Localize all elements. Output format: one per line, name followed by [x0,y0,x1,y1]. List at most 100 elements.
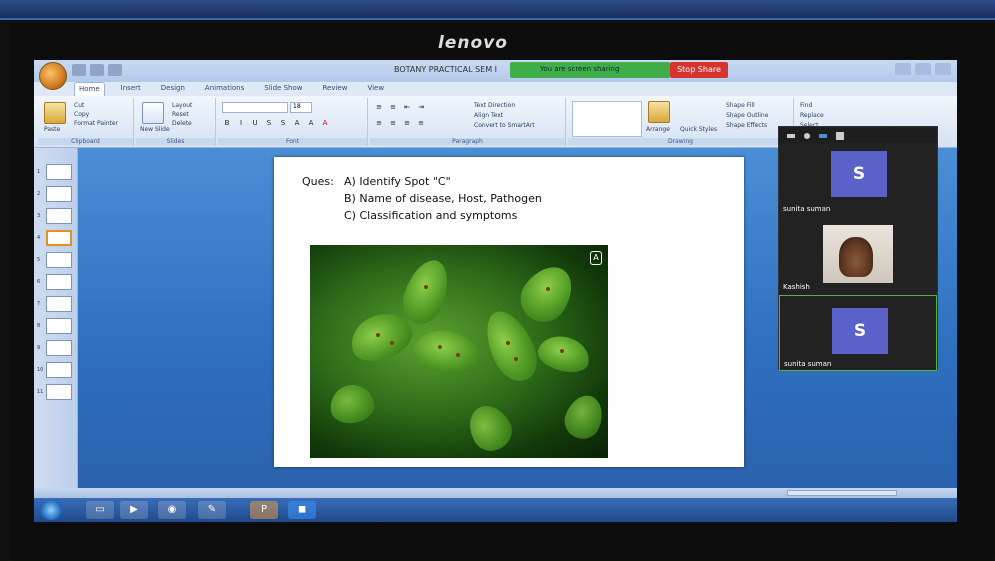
reset-button[interactable]: Reset [172,111,189,118]
quick-access-toolbar [72,64,122,76]
copy-button[interactable]: Copy [74,111,89,118]
find-button[interactable]: Find [800,102,812,109]
view-icon[interactable] [819,134,827,138]
underline-icon[interactable]: U [250,118,260,128]
powerpoint-icon[interactable]: P [250,501,278,519]
slide-number: 5 [37,257,41,263]
shadow-icon[interactable]: S [278,118,288,128]
new-slide-button[interactable]: New Slide [140,126,170,133]
delete-button[interactable]: Delete [172,120,192,127]
replace-button[interactable]: Replace [800,112,824,119]
increase-indent-icon[interactable]: ⇥ [416,102,426,112]
slide-thumb-9[interactable]: 9 [37,340,72,356]
cut-button[interactable]: Cut [74,102,84,109]
screen: BOTANY PRACTICAL SEM I You are screen sh… [34,60,957,522]
monitor-brand: lenovo [438,33,508,53]
leaf-spot [438,345,442,349]
justify-icon[interactable]: ≡ [416,118,426,128]
participant-name: Kashish [783,283,810,291]
shape-fill-button[interactable]: Shape Fill [726,102,755,109]
zoom-slider[interactable] [787,490,897,496]
paste-button[interactable]: Paste [44,126,60,133]
font-size-box[interactable]: 18 [290,102,312,113]
shape-outline-button[interactable]: Shape Outline [726,112,768,119]
ribbon-tabs: Home Insert Design Animations Slide Show… [74,82,388,96]
tab-insert[interactable]: Insert [117,82,145,96]
minimize-icon[interactable] [895,63,911,75]
start-button[interactable] [40,500,62,520]
chrome-icon[interactable]: ◉ [158,501,186,519]
slide-thumb-10[interactable]: 10 [37,362,72,378]
align-right-icon[interactable]: ≡ [402,118,412,128]
slide-thumb-11[interactable]: 11 [37,384,72,400]
current-slide[interactable]: Ques: A) Identify Spot "C" B) Name of di… [274,157,744,467]
format-painter-button[interactable]: Format Painter [74,120,118,127]
tab-animations[interactable]: Animations [201,82,248,96]
italic-icon[interactable]: I [236,118,246,128]
font-color-icon[interactable]: A [320,118,330,128]
close-icon[interactable] [935,63,951,75]
record-icon[interactable] [804,133,810,139]
decrease-indent-icon[interactable]: ⇤ [402,102,412,112]
app-icon[interactable]: ✎ [198,501,226,519]
participant-tile-1[interactable]: S sunita suman [779,143,937,219]
gallery-view-icon[interactable] [836,132,844,140]
layout-button[interactable]: Layout [172,102,192,109]
slide-thumb-6[interactable]: 6 [37,274,72,290]
char-spacing-icon[interactable]: A [292,118,302,128]
align-text-button[interactable]: Align Text [474,112,503,119]
shapes-gallery[interactable] [572,101,642,137]
undo-icon[interactable] [90,64,104,76]
zoom-icon[interactable]: ◼ [288,501,316,519]
participant-avatar: S [832,308,888,354]
tab-home[interactable]: Home [74,82,105,96]
slide-thumb-8[interactable]: 8 [37,318,72,334]
align-center-icon[interactable]: ≡ [388,118,398,128]
redo-icon[interactable] [108,64,122,76]
slide-number: 1 [37,169,41,175]
slide-thumb-2[interactable]: 2 [37,186,72,202]
text-direction-button[interactable]: Text Direction [474,102,515,109]
slide-thumb-4[interactable]: 4 [37,230,72,246]
participant-tile-3[interactable]: S sunita suman [779,295,937,371]
save-icon[interactable] [72,64,86,76]
tab-design[interactable]: Design [157,82,189,96]
numbering-icon[interactable]: ≡ [388,102,398,112]
arrange-icon[interactable] [648,101,670,123]
slide-thumb-3[interactable]: 3 [37,208,72,224]
thumbnail [46,318,72,334]
tab-view[interactable]: View [363,82,388,96]
quick-styles-button[interactable]: Quick Styles [680,126,717,133]
maximize-icon[interactable] [915,63,931,75]
slides-group: New Slide Layout Reset Delete Slides [136,98,216,146]
leaf [559,390,608,444]
smartart-button[interactable]: Convert to SmartArt [474,122,535,129]
paste-icon[interactable] [44,102,66,124]
tab-slide-show[interactable]: Slide Show [260,82,306,96]
slide-thumb-7[interactable]: 7 [37,296,72,312]
slide-thumb-5[interactable]: 5 [37,252,72,268]
office-button[interactable] [39,62,67,90]
shape-effects-button[interactable]: Shape Effects [726,122,767,129]
bullets-icon[interactable]: ≡ [374,102,384,112]
media-player-icon[interactable]: ▶ [120,501,148,519]
minimize-panel-icon[interactable] [787,134,795,138]
bold-icon[interactable]: B [222,118,232,128]
stop-share-button[interactable]: Stop Share [670,62,728,78]
thumbnail [46,274,72,290]
change-case-icon[interactable]: A [306,118,316,128]
slide-number: 6 [37,279,41,285]
paragraph-label: Paragraph [370,138,565,145]
tab-review[interactable]: Review [318,82,351,96]
slide-thumbnail-pane: 1 2 3 4 5 6 7 8 9 10 11 [34,148,78,488]
arrange-button[interactable]: Arrange [646,126,670,133]
align-left-icon[interactable]: ≡ [374,118,384,128]
paragraph-group: ≡ ≡ ⇤ ⇥ ≡ ≡ ≡ ≡ Text Direction Align Tex… [370,98,566,146]
font-label: Font [218,138,367,145]
font-family-box[interactable] [222,102,288,113]
participant-tile-2[interactable]: Kashish [779,219,937,295]
new-slide-icon[interactable] [142,102,164,124]
strikethrough-icon[interactable]: S [264,118,274,128]
slide-thumb-1[interactable]: 1 [37,164,72,180]
explorer-icon[interactable]: ▭ [86,501,114,519]
